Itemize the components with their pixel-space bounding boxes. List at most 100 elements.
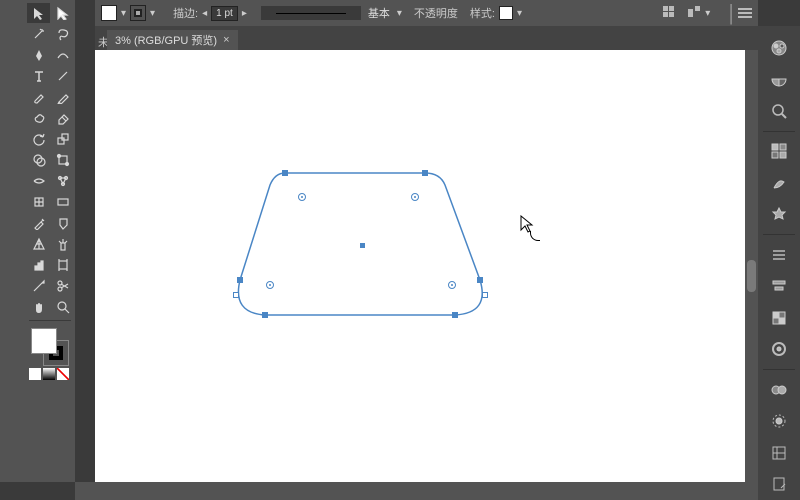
cursor-pointer-icon xyxy=(520,215,534,236)
tool-artboard[interactable] xyxy=(51,255,74,275)
tool-live-paint[interactable] xyxy=(51,213,74,233)
transform-dd[interactable]: ▾ xyxy=(705,8,710,19)
live-corner-widget[interactable] xyxy=(448,281,456,289)
tool-eyedropper[interactable] xyxy=(27,213,50,233)
document-tab[interactable]: 3% (RGB/GPU 预览) × xyxy=(107,30,238,50)
panel-artboards-icon[interactable] xyxy=(758,469,800,500)
tool-line[interactable] xyxy=(51,66,74,86)
tool-symbol-sprayer[interactable] xyxy=(51,234,74,254)
tool-magic-wand[interactable] xyxy=(27,24,50,44)
anchor-point[interactable] xyxy=(282,170,288,176)
tool-type[interactable] xyxy=(27,66,50,86)
tool-hand[interactable] xyxy=(27,297,50,317)
opacity-label: 不透明度 xyxy=(414,5,458,21)
panel-symbols-icon[interactable] xyxy=(758,199,800,231)
tool-paintbrush[interactable] xyxy=(27,87,50,107)
panel-layers-icon[interactable] xyxy=(758,437,800,469)
tab-cut-text: 未 xyxy=(95,34,107,50)
panel-appearance-icon[interactable] xyxy=(758,334,800,366)
panel-cc-libraries-icon[interactable] xyxy=(758,374,800,406)
mode-gradient[interactable] xyxy=(43,368,55,380)
live-corner-widget[interactable] xyxy=(298,193,306,201)
style-swatch[interactable] xyxy=(499,6,513,20)
tool-perspective[interactable] xyxy=(27,234,50,254)
tool-width[interactable] xyxy=(27,171,50,191)
left-gutter xyxy=(0,0,25,482)
panel-align-icon[interactable] xyxy=(758,270,800,302)
vertical-scrollbar-thumb[interactable] xyxy=(747,260,756,292)
tool-curvature[interactable] xyxy=(51,45,74,65)
fill-dropdown[interactable]: ▾ xyxy=(121,8,126,19)
stroke-profile-basic[interactable]: 基本 xyxy=(365,5,393,21)
toolbox xyxy=(25,0,75,482)
style-dd[interactable]: ▾ xyxy=(517,8,522,19)
transform-proxy-icon[interactable] xyxy=(687,5,701,22)
tool-slice[interactable] xyxy=(27,276,50,296)
panel-color-icon[interactable] xyxy=(758,32,800,64)
canvas[interactable] xyxy=(95,50,758,482)
panel-color-guide-icon[interactable] xyxy=(758,64,800,96)
tool-mesh[interactable] xyxy=(27,192,50,212)
tool-direct-selection[interactable] xyxy=(51,3,74,23)
align-grid-icon[interactable] xyxy=(663,6,677,20)
tool-pencil[interactable] xyxy=(51,87,74,107)
anchor-point-hollow[interactable] xyxy=(482,292,488,298)
tool-blob-brush[interactable] xyxy=(27,108,50,128)
fill-stroke-control[interactable] xyxy=(30,328,70,366)
anchor-point[interactable] xyxy=(262,312,268,318)
panel-brushes-icon[interactable] xyxy=(758,167,800,199)
tool-shape-builder[interactable] xyxy=(27,150,50,170)
tool-pen[interactable] xyxy=(27,45,50,65)
tool-eraser[interactable] xyxy=(51,108,74,128)
tool-free-transform[interactable] xyxy=(51,150,74,170)
tool-scissors[interactable] xyxy=(51,276,74,296)
style-label: 样式: xyxy=(470,5,495,21)
panel-color-themes-icon[interactable] xyxy=(758,95,800,127)
live-corner-widget[interactable] xyxy=(411,193,419,201)
tool-selection[interactable] xyxy=(27,3,50,23)
control-bar: ▾ ▾ 描边: ◂ 1 pt ▸ 基本 ▾ 不透明度 样式: ▾ ▾ | xyxy=(95,0,758,26)
panel-graphic-styles-icon[interactable] xyxy=(758,405,800,437)
color-mode-row xyxy=(25,368,75,380)
tab-title: 3% (RGB/GPU 预览) xyxy=(115,32,217,48)
tool-scale[interactable] xyxy=(51,129,74,149)
stroke-swatch-ctrl[interactable] xyxy=(130,5,146,21)
panel-transparency-icon[interactable] xyxy=(758,302,800,334)
panel-swatches-icon[interactable] xyxy=(758,135,800,167)
tool-puppet[interactable] xyxy=(51,171,74,191)
status-bar xyxy=(75,482,758,500)
stroke-wt-incr[interactable]: ▸ xyxy=(242,8,247,19)
anchor-point[interactable] xyxy=(422,170,428,176)
stroke-weight-field[interactable]: 1 pt xyxy=(211,6,238,21)
tool-gradient[interactable] xyxy=(51,192,74,212)
fill-swatch-ctrl[interactable] xyxy=(101,5,117,21)
stroke-label: 描边: xyxy=(173,5,198,21)
stroke-wt-decr[interactable]: ◂ xyxy=(202,8,207,19)
tool-grid xyxy=(25,3,75,317)
tool-lasso[interactable] xyxy=(51,24,74,44)
stroke-profile-dd[interactable]: ▾ xyxy=(397,8,402,19)
fill-swatch[interactable] xyxy=(31,328,57,354)
control-menu-icon[interactable] xyxy=(738,8,752,18)
anchor-point[interactable] xyxy=(452,312,458,318)
tool-rotate[interactable] xyxy=(27,129,50,149)
selected-shape[interactable] xyxy=(230,165,490,325)
tool-separator xyxy=(29,320,71,321)
panel-stroke-icon[interactable] xyxy=(758,239,800,271)
anchor-point[interactable] xyxy=(477,277,483,283)
stroke-dropdown[interactable]: ▾ xyxy=(150,8,155,19)
tool-zoom[interactable] xyxy=(51,297,74,317)
document-tabs: 未 3% (RGB/GPU 预览) × xyxy=(95,26,758,50)
control-bar-divider: | xyxy=(728,0,734,26)
anchor-point[interactable] xyxy=(237,277,243,283)
vertical-scrollbar[interactable] xyxy=(745,50,758,482)
live-corner-widget[interactable] xyxy=(266,281,274,289)
anchor-point-hollow[interactable] xyxy=(233,292,239,298)
shape-center-point[interactable] xyxy=(360,243,365,248)
stroke-style-preview[interactable] xyxy=(261,6,361,20)
mode-none[interactable] xyxy=(57,368,69,380)
mode-color[interactable] xyxy=(29,368,41,380)
right-panel-dock xyxy=(758,26,800,500)
tool-column-graph[interactable] xyxy=(27,255,50,275)
tab-close-icon[interactable]: × xyxy=(223,34,229,46)
